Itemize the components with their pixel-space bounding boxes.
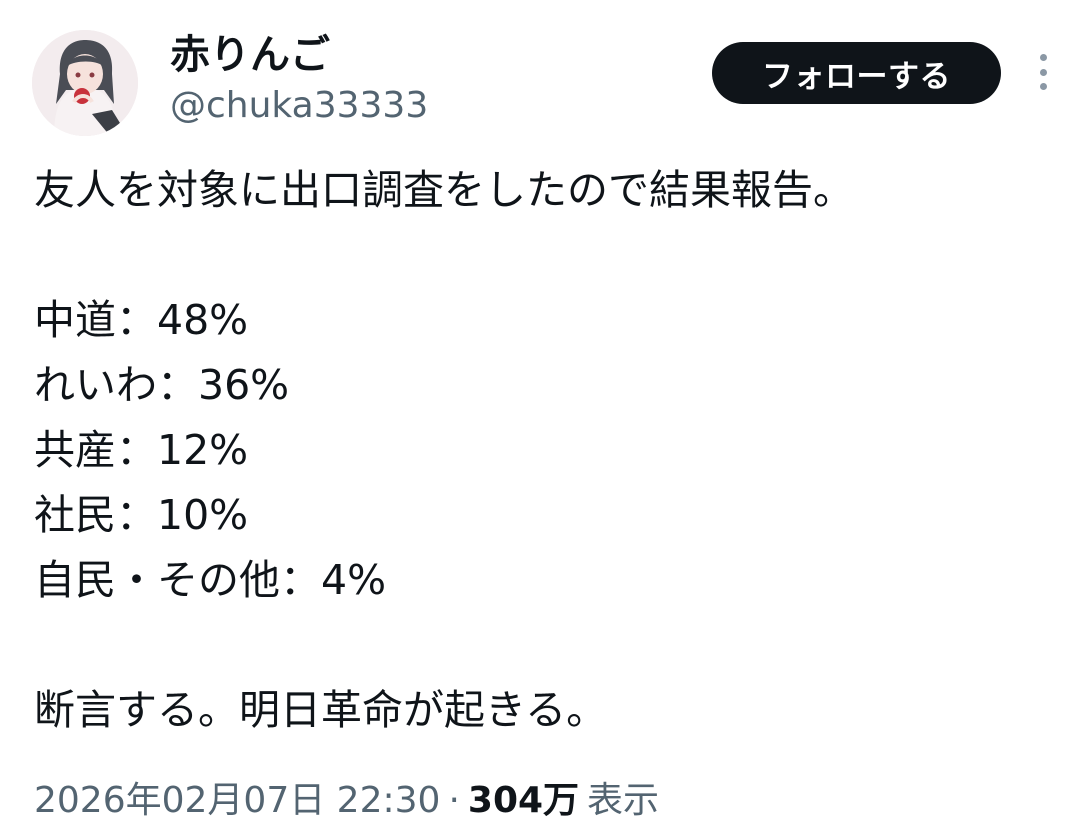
- more-dot: [1039, 83, 1047, 90]
- tweet-line-result: 自民・その他：4%: [34, 556, 387, 604]
- tweet-line-result: 社民：10%: [34, 491, 249, 539]
- more-dot: [1039, 68, 1047, 76]
- tweet-meta: 2026年02月07日 22:30 · 304万 表示: [34, 777, 659, 825]
- tweet-line-result: 共産：12%: [34, 426, 249, 474]
- views-label: 表示: [587, 780, 660, 821]
- meta-separator: ·: [448, 780, 460, 821]
- tweet-line-conclusion: 断言する。明日革命が起きる。: [34, 686, 608, 734]
- timestamp-link[interactable]: 2026年02月07日 22:30: [34, 780, 440, 821]
- display-name[interactable]: 赤りんご: [170, 30, 330, 80]
- more-dot: [1039, 54, 1047, 61]
- avatar-illustration: [32, 30, 138, 136]
- tweet-line-intro: 友人を対象に出口調査をしたので結果報告。: [34, 166, 854, 214]
- follow-button[interactable]: フォローする: [712, 42, 1001, 104]
- views-count: 304万: [467, 780, 580, 821]
- tweet-line-result: 中道：48%: [34, 296, 249, 344]
- tweet-line-result: れいわ：36%: [34, 361, 290, 409]
- user-handle[interactable]: @chuka33333: [170, 83, 428, 129]
- tweet-text: 友人を対象に出口調査をしたので結果報告。 中道：48% れいわ：36% 共産：1…: [34, 158, 1044, 743]
- more-options-icon[interactable]: [1028, 52, 1058, 92]
- avatar[interactable]: [32, 30, 138, 136]
